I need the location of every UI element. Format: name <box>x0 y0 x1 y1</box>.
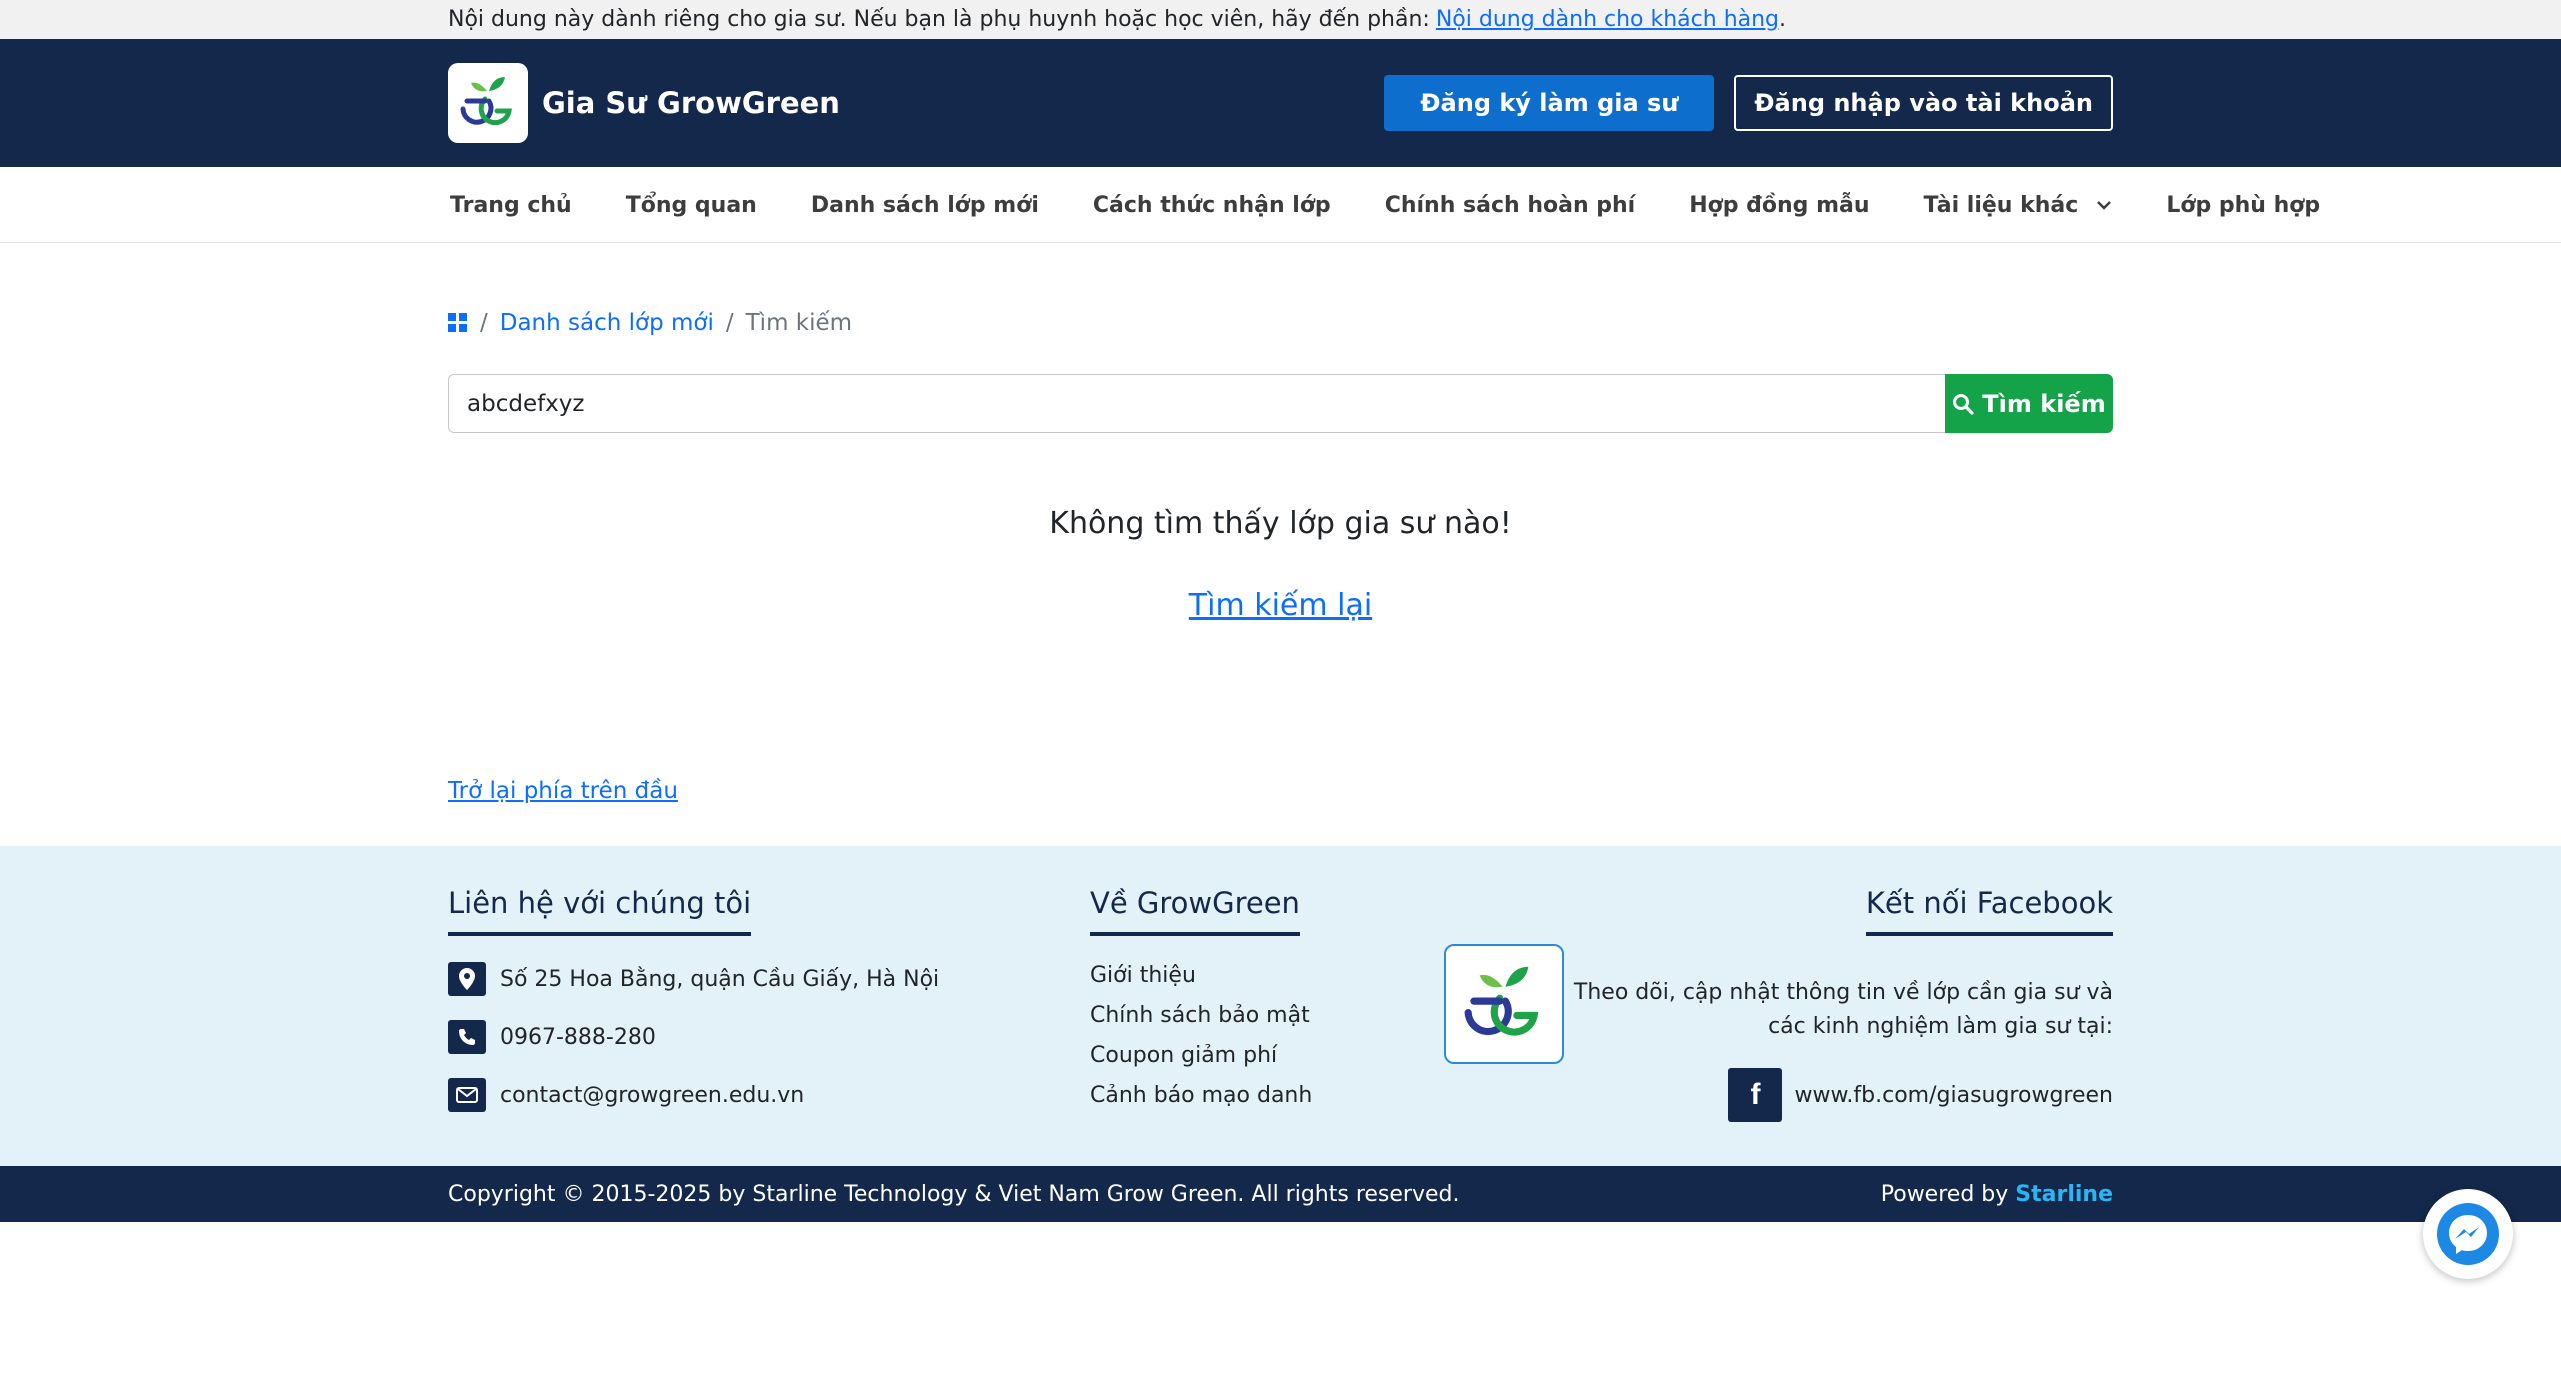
about-link-privacy[interactable]: Chính sách bảo mật <box>1090 996 1312 1036</box>
breadcrumb-separator: / <box>725 310 734 336</box>
breadcrumb: / Danh sách lớp mới / Tìm kiếm <box>448 305 852 341</box>
empty-result-message: Không tìm thấy lớp gia sư nào! <box>1049 506 1512 541</box>
search-bar: Tìm kiếm <box>448 374 2113 433</box>
copyright-text: Copyright © 2015-2025 by Starline Techno… <box>448 1181 1460 1207</box>
copyright-bar: Copyright © 2015-2025 by Starline Techno… <box>0 1166 2561 1222</box>
nav-item-sample-contract[interactable]: Hợp đồng mẫu <box>1689 193 1869 218</box>
nav-item-other-docs[interactable]: Tài liệu khác <box>1924 193 2113 218</box>
chevron-down-icon <box>2097 201 2112 210</box>
about-title: Về GrowGreen <box>1090 886 1300 936</box>
notice-text: Nội dung này dành riêng cho gia sư. Nếu … <box>448 7 1430 32</box>
login-button[interactable]: Đăng nhập vào tài khoản <box>1734 75 2113 131</box>
about-link-intro[interactable]: Giới thiệu <box>1090 956 1312 996</box>
search-button-label: Tìm kiếm <box>1982 389 2106 418</box>
breadcrumb-current: Tìm kiếm <box>745 310 853 336</box>
facebook-title: Kết nối Facebook <box>1865 886 2113 936</box>
nav-item-other-docs-label: Tài liệu khác <box>1923 192 2079 218</box>
messenger-chat-button[interactable] <box>2423 1189 2513 1279</box>
nav-item-home[interactable]: Trang chủ <box>450 193 572 218</box>
brand-name[interactable]: Gia Sư GrowGreen <box>542 86 840 120</box>
contact-phone: 0967-888-280 <box>448 1020 939 1054</box>
facebook-link-row[interactable]: f www.fb.com/giasugrowgreen <box>1728 1068 2113 1122</box>
site-header: Gia Sư GrowGreen Đăng ký làm gia sư Đăng… <box>0 39 2561 167</box>
facebook-icon[interactable]: f <box>1728 1068 1783 1122</box>
search-input[interactable] <box>448 374 1945 433</box>
contact-email: contact@growgreen.edu.vn <box>448 1078 939 1112</box>
facebook-description: Theo dõi, cập nhật thông tin về lớp cần … <box>1573 980 2113 1039</box>
about-link-coupon[interactable]: Coupon giảm phí <box>1090 1036 1312 1076</box>
growgreen-footer-logo <box>1444 944 1564 1064</box>
nav-item-new-classes[interactable]: Danh sách lớp mới <box>811 193 1039 218</box>
main-nav: Trang chủ Tổng quan Danh sách lớp mới Cá… <box>0 167 2561 243</box>
contact-title: Liên hệ với chúng tôi <box>448 886 752 936</box>
retry-search-link[interactable]: Tìm kiếm lại <box>1189 588 1372 623</box>
phone-text[interactable]: 0967-888-280 <box>500 1025 656 1050</box>
nav-item-refund-policy[interactable]: Chính sách hoàn phí <box>1385 193 1636 218</box>
notice-bar: Nội dung này dành riêng cho gia sư. Nếu … <box>0 0 2561 39</box>
phone-icon <box>448 1020 486 1054</box>
starline-link[interactable]: Starline <box>2015 1182 2113 1207</box>
about-link-impersonation-warning[interactable]: Cảnh báo mạo danh <box>1090 1076 1312 1116</box>
growgreen-logo[interactable] <box>448 63 528 143</box>
address-text: Số 25 Hoa Bằng, quận Cầu Giấy, Hà Nội <box>500 966 940 992</box>
messenger-icon <box>2437 1203 2499 1265</box>
breadcrumb-separator: / <box>480 310 488 336</box>
email-text[interactable]: contact@growgreen.edu.vn <box>500 1083 804 1108</box>
search-icon <box>1953 393 1974 415</box>
nav-item-suitable-classes[interactable]: Lớp phù hợp <box>2166 193 2320 218</box>
breadcrumb-new-classes-link[interactable]: Danh sách lớp mới <box>500 310 714 336</box>
facebook-link[interactable]: www.fb.com/giasugrowgreen <box>1794 1083 2113 1108</box>
powered-prefix: Powered by <box>1880 1181 2016 1207</box>
search-button[interactable]: Tìm kiếm <box>1945 374 2113 433</box>
contact-address: Số 25 Hoa Bằng, quận Cầu Giấy, Hà Nội <box>448 962 939 996</box>
notice-trail: . <box>1779 7 1787 32</box>
back-to-top-link[interactable]: Trở lại phía trên đầu <box>448 778 678 804</box>
register-tutor-button[interactable]: Đăng ký làm gia sư <box>1384 75 1715 131</box>
site-footer: Liên hệ với chúng tôi Số 25 Hoa Bằng, qu… <box>0 846 2561 1166</box>
map-pin-icon <box>448 962 486 996</box>
envelope-icon <box>448 1078 486 1112</box>
dashboard-icon[interactable] <box>448 313 468 333</box>
nav-item-how-to-receive[interactable]: Cách thức nhận lớp <box>1093 193 1331 218</box>
powered-by: Powered by Starline <box>1881 1182 2113 1207</box>
customer-content-link[interactable]: Nội dung dành cho khách hàng <box>1436 7 1779 32</box>
nav-item-overview[interactable]: Tổng quan <box>626 193 757 218</box>
